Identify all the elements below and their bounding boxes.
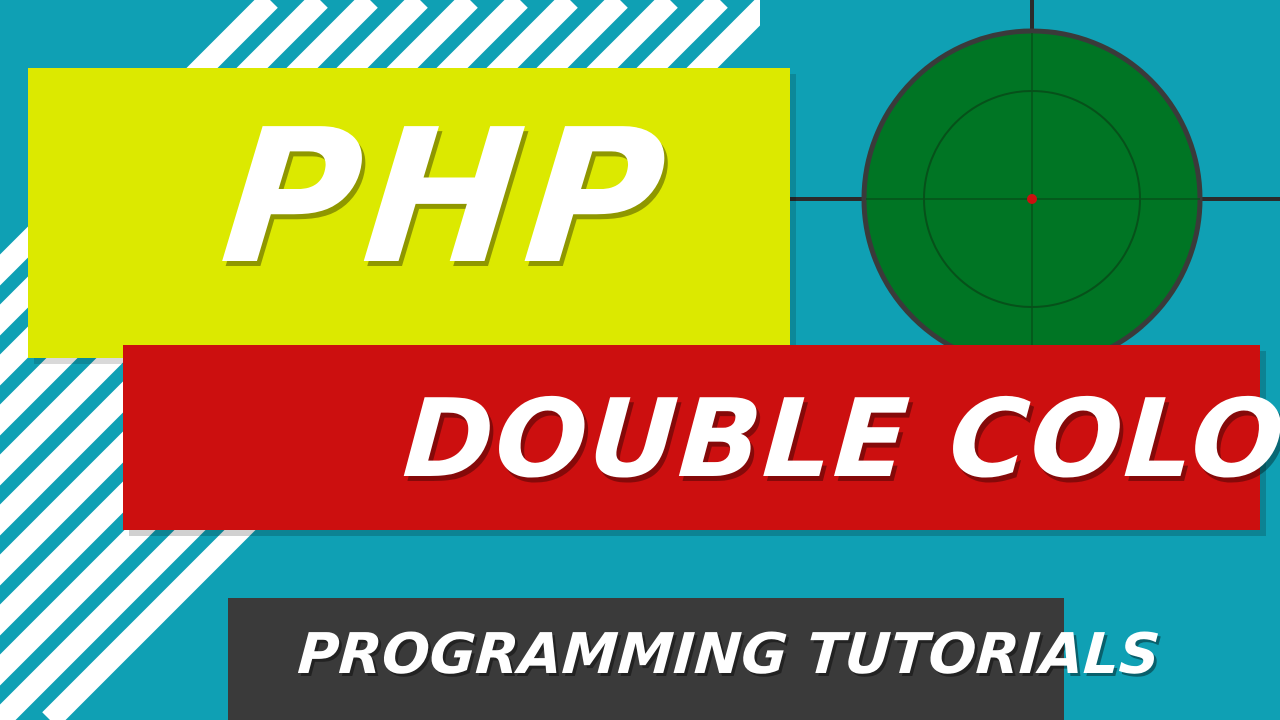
thumbnail-canvas: PHP DOUBLE COLON :: PROGRAMMING TUTORIAL… bbox=[0, 0, 1280, 720]
subtitle-text: DOUBLE COLON :: bbox=[399, 377, 1280, 502]
title-text: PHP bbox=[213, 89, 681, 305]
footer-text: PROGRAMMING TUTORIALS bbox=[295, 622, 1162, 687]
